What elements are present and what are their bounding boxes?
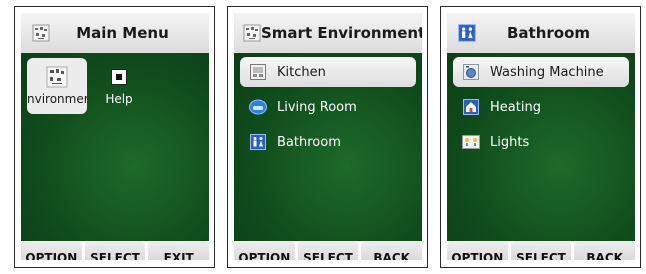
softkey-bar: OPTION SELECT BACK (234, 241, 422, 260)
softkey-bar: OPTION SELECT BACK (447, 241, 635, 260)
list-item-label: Heating (490, 99, 541, 115)
screen-bathroom: Bathroom Washing Machine Heating Lights … (447, 13, 635, 260)
list-item-label: Bathroom (277, 134, 341, 150)
living-room-icon (249, 98, 267, 116)
list-item-label: Kitchen (277, 64, 326, 80)
list-item-kitchen[interactable]: Kitchen (240, 57, 416, 87)
smart-environment-icon (46, 66, 68, 88)
list-item-label: Washing Machine (490, 64, 604, 80)
list-item-bathroom[interactable]: Bathroom (240, 127, 416, 157)
select-button[interactable]: SELECT (297, 241, 359, 260)
grid-item-smart-environment[interactable]: nvironmer (27, 58, 87, 114)
screen-main-menu: Main Menu nvironmer Help OPTION SELECT E… (21, 13, 209, 260)
list-item-washing-machine[interactable]: Washing Machine (453, 57, 629, 87)
page-title: Main Menu (76, 24, 169, 42)
header-bar: Smart Environment (234, 13, 422, 53)
list-item-living-room[interactable]: Living Room (240, 92, 416, 122)
kitchen-icon (249, 63, 267, 81)
appliance-list: Washing Machine Heating Lights (447, 53, 635, 241)
page-title: Smart Environment (261, 24, 422, 42)
bathroom-icon (456, 22, 478, 44)
phone-smart-environment: Smart Environment Kitchen Living Room Ba… (227, 6, 428, 268)
smart-environment-icon (30, 22, 52, 44)
back-button[interactable]: BACK (574, 241, 635, 260)
option-button[interactable]: OPTION (21, 241, 82, 260)
screen-smart-environment: Smart Environment Kitchen Living Room Ba… (234, 13, 422, 260)
help-icon (108, 66, 130, 88)
list-item-label: Lights (490, 134, 530, 150)
select-button[interactable]: SELECT (510, 241, 572, 260)
option-button[interactable]: OPTION (234, 241, 295, 260)
page-title: Bathroom (506, 24, 591, 42)
option-button[interactable]: OPTION (447, 241, 508, 260)
grid-item-label: nvironmer (27, 92, 87, 106)
phone-bathroom: Bathroom Washing Machine Heating Lights … (440, 6, 641, 268)
header-bar: Main Menu (21, 13, 209, 53)
list-item-heating[interactable]: Heating (453, 92, 629, 122)
select-button[interactable]: SELECT (84, 241, 146, 260)
room-list: Kitchen Living Room Bathroom (234, 53, 422, 241)
bathroom-icon (249, 133, 267, 151)
lights-icon (462, 133, 480, 151)
header-bar: Bathroom (447, 13, 635, 53)
softkey-bar: OPTION SELECT EXIT (21, 241, 209, 260)
list-item-label: Living Room (277, 99, 357, 115)
smart-environment-icon (243, 22, 261, 44)
phone-main-menu: Main Menu nvironmer Help OPTION SELECT E… (14, 6, 215, 268)
exit-button[interactable]: EXIT (148, 241, 209, 260)
grid-item-label: Help (105, 92, 133, 106)
washing-machine-icon (462, 63, 480, 81)
list-item-lights[interactable]: Lights (453, 127, 629, 157)
heating-icon (462, 98, 480, 116)
grid-item-help[interactable]: Help (89, 58, 149, 114)
menu-grid: nvironmer Help (21, 53, 209, 241)
back-button[interactable]: BACK (361, 241, 422, 260)
